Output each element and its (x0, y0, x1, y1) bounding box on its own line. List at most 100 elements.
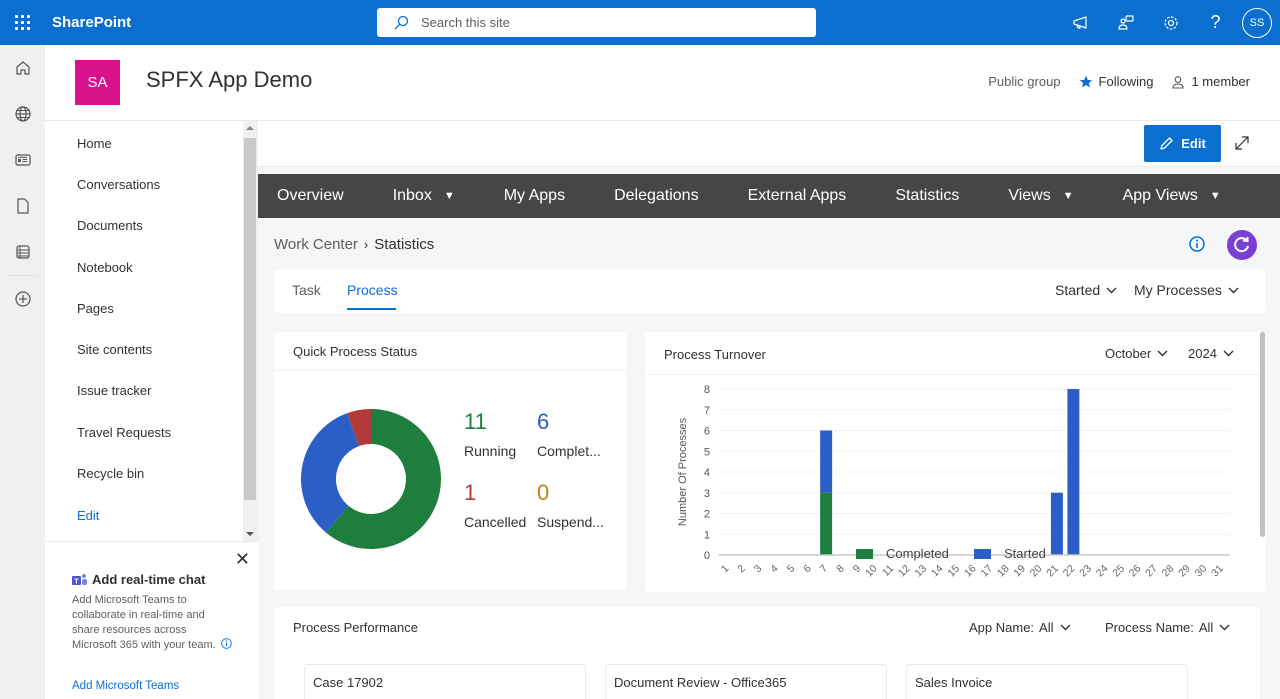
bar-completed-7[interactable] (820, 492, 833, 555)
app-name-value: All (1039, 620, 1054, 635)
app-name-filter[interactable]: App Name: All (969, 620, 1071, 635)
members-button[interactable]: 1 member (1171, 74, 1250, 89)
legend-label-started[interactable]: Started (1004, 546, 1046, 561)
create-icon[interactable] (0, 276, 45, 322)
breadcrumb-root[interactable]: Work Center (274, 236, 358, 253)
follow-button[interactable]: Following (1079, 74, 1154, 89)
scroll-up-arrow[interactable] (246, 126, 254, 130)
cancelled-count: 1 (464, 480, 477, 505)
bar-started-22[interactable] (1067, 389, 1080, 555)
status-filter-dropdown[interactable]: Started (1055, 282, 1117, 298)
site-logo[interactable]: SA (75, 60, 120, 105)
x-tick-label: 6 (801, 563, 814, 576)
follow-label: Following (1098, 74, 1154, 89)
nav-tab-my-apps[interactable]: My Apps (504, 187, 565, 205)
site-title[interactable]: SPFX App Demo (146, 67, 312, 93)
nav-item-documents[interactable]: Documents (77, 218, 143, 233)
site-navigation: Home Conversations Documents Notebook Pa… (45, 121, 258, 541)
month-dropdown[interactable]: October (1105, 346, 1168, 361)
person-icon (1172, 75, 1185, 89)
process-performance-item[interactable]: Sales Invoice (906, 664, 1188, 699)
megaphone-icon[interactable] (1058, 0, 1103, 45)
bar-started-7[interactable] (820, 430, 833, 493)
cancelled-label: Cancelled (464, 514, 527, 530)
y-tick-label: 3 (704, 488, 710, 500)
command-bar: Edit (258, 121, 1280, 167)
app-name-label: App Name: (969, 620, 1035, 635)
tab-process[interactable]: Process (347, 282, 398, 298)
legend-swatch-completed[interactable] (856, 549, 873, 559)
add-teams-link[interactable]: Add Microsoft Teams (72, 680, 179, 692)
nav-item-notebook[interactable]: Notebook (77, 260, 133, 275)
brand-name[interactable]: SharePoint (52, 14, 131, 31)
nav-tab-inbox[interactable]: Inbox ▼ (393, 187, 455, 205)
tab-task[interactable]: Task (292, 282, 321, 298)
nav-tab-statistics[interactable]: Statistics (895, 187, 959, 205)
user-avatar[interactable]: SS (1242, 7, 1272, 38)
y-tick-label: 4 (704, 467, 710, 479)
teams-icon: T (72, 573, 87, 585)
nav-tab-delegations[interactable]: Delegations (614, 187, 699, 205)
nav-item-pages[interactable]: Pages (77, 301, 114, 316)
x-tick-label: 17 (978, 563, 995, 580)
search-input[interactable] (421, 15, 801, 30)
news-icon[interactable] (0, 137, 45, 183)
nav-item-home[interactable]: Home (77, 136, 112, 151)
nav-item-conversations[interactable]: Conversations (77, 177, 160, 192)
x-tick-label: 1 (719, 563, 732, 576)
nav-tab-views[interactable]: Views ▼ (1008, 187, 1073, 205)
x-tick-label: 15 (945, 563, 962, 580)
scroll-down-arrow[interactable] (246, 532, 254, 536)
process-performance-item[interactable]: Document Review - Office365 (605, 664, 887, 699)
x-tick-label: 20 (1028, 563, 1045, 580)
refresh-button[interactable] (1227, 230, 1257, 260)
bar-started-21[interactable] (1050, 492, 1063, 555)
x-tick-label: 21 (1044, 563, 1061, 580)
nav-item-travel-requests[interactable]: Travel Requests (77, 425, 171, 440)
help-icon[interactable]: ? (1193, 0, 1238, 45)
app-launcher-button[interactable] (0, 0, 45, 45)
nav-edit-link[interactable]: Edit (77, 508, 99, 523)
scrollbar-thumb[interactable] (1260, 332, 1265, 537)
info-icon[interactable] (220, 638, 232, 649)
info-icon[interactable] (1188, 235, 1206, 253)
teams-chat-icon[interactable] (1103, 0, 1148, 45)
expand-icon[interactable] (1233, 134, 1251, 152)
search-box[interactable] (377, 8, 816, 37)
completed-label: Complet... (537, 443, 601, 459)
legend-swatch-started[interactable] (974, 549, 991, 559)
document-icon[interactable] (0, 183, 45, 229)
completed-count: 6 (537, 409, 550, 434)
lists-icon[interactable] (0, 229, 45, 275)
nav-item-site-contents[interactable]: Site contents (77, 342, 152, 357)
home-icon[interactable] (0, 45, 45, 91)
main-scrollbar[interactable] (1258, 332, 1268, 699)
x-tick-label: 3 (752, 563, 765, 576)
close-icon[interactable]: ✕ (235, 549, 250, 570)
nav-item-recycle-bin[interactable]: Recycle bin (77, 466, 144, 481)
nav-item-issue-tracker[interactable]: Issue tracker (77, 383, 151, 398)
scrollbar-thumb[interactable] (244, 138, 256, 500)
process-name-filter[interactable]: Process Name: All (1105, 620, 1230, 635)
nav-tab-external-apps[interactable]: External Apps (748, 187, 847, 205)
globe-icon[interactable] (0, 91, 45, 137)
gear-icon[interactable] (1148, 0, 1193, 45)
x-tick-label: 22 (1061, 563, 1078, 580)
nav-tab-app-views[interactable]: App Views ▼ (1123, 187, 1221, 205)
x-tick-label: 26 (1127, 563, 1144, 580)
chevron-right-icon: › (363, 237, 369, 252)
legend-label-completed[interactable]: Completed (886, 546, 949, 561)
process-performance-item[interactable]: Case 17902 (304, 664, 586, 699)
x-tick-label: 25 (1110, 563, 1127, 580)
nav-scrollbar[interactable] (243, 121, 258, 541)
x-tick-label: 9 (851, 563, 864, 576)
edit-page-button[interactable]: Edit (1144, 125, 1221, 162)
nav-tab-overview[interactable]: Overview (277, 187, 344, 205)
process-turnover-chart: 012345678Number Of Processes1 2 3 4 5 6 7 8 9 10 1… (677, 384, 1230, 580)
x-tick-label: 19 (1011, 563, 1028, 580)
scope-filter-dropdown[interactable]: My Processes (1134, 282, 1239, 298)
x-tick-label: 10 (863, 563, 880, 580)
star-icon (1079, 75, 1092, 87)
chevron-down-icon (1157, 350, 1168, 357)
year-dropdown[interactable]: 2024 (1188, 346, 1234, 361)
